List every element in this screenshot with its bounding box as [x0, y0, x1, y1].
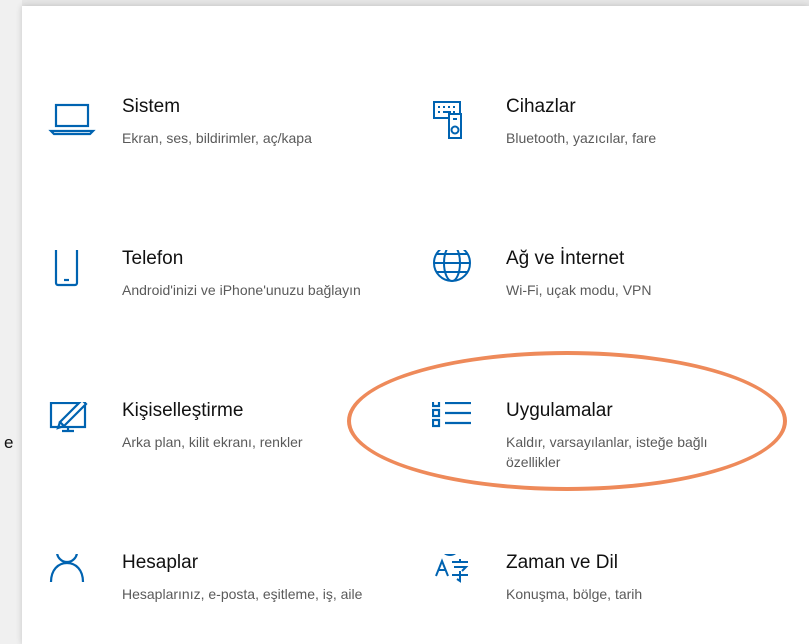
tile-ag-ve-internet[interactable]: Ağ ve İnternet Wi-Fi, uçak modu, VPN: [432, 248, 762, 340]
tile-title: Ağ ve İnternet: [506, 248, 625, 269]
devices-icon: [432, 98, 480, 146]
settings-home-panel: Sistem Ekran, ses, bildirimler, aç/kapa …: [22, 6, 809, 644]
tile-title: Zaman ve Dil: [506, 552, 618, 573]
tile-title: Telefon: [122, 248, 184, 269]
tile-description: Ekran, ses, bildirimler, aç/kapa: [122, 130, 312, 146]
tile-description: Kaldır, varsayılanlar, isteğe bağlı özel…: [506, 434, 708, 470]
tile-title: Uygulamalar: [506, 400, 613, 421]
tile-title: Cihazlar: [506, 96, 576, 117]
left-pane-text: e: [4, 433, 14, 452]
tile-telefon[interactable]: Telefon Android'inizi ve iPhone'unuzu ba…: [48, 248, 378, 340]
tile-kisisellestirme[interactable]: Kişiselleştirme Arka plan, kilit ekranı,…: [48, 400, 378, 492]
apps-list-icon: [432, 402, 480, 450]
tile-description: Bluetooth, yazıcılar, fare: [506, 130, 657, 146]
phone-icon: [48, 250, 96, 298]
tile-description: Konuşma, bölge, tarih: [506, 586, 643, 602]
personalization-icon: [48, 402, 96, 450]
globe-icon: [432, 250, 480, 298]
laptop-icon: [48, 98, 96, 146]
tile-title: Hesaplar: [122, 552, 199, 573]
tile-title: Kişiselleştirme: [122, 400, 244, 421]
tile-sistem[interactable]: Sistem Ekran, ses, bildirimler, aç/kapa: [48, 96, 378, 188]
tile-description: Android'inizi ve iPhone'unuzu bağlayın: [122, 282, 361, 298]
person-icon: [48, 554, 96, 602]
time-language-icon: [432, 554, 480, 602]
tile-description: Hesaplarınız, e-posta, eşitleme, iş, ail…: [122, 586, 363, 602]
tile-description: Wi-Fi, uçak modu, VPN: [506, 282, 652, 298]
tile-description: Arka plan, kilit ekranı, renkler: [122, 434, 303, 450]
tile-title: Sistem: [122, 96, 181, 117]
tile-hesaplar[interactable]: Hesaplar Hesaplarınız, e-posta, eşitleme…: [48, 552, 378, 644]
tile-uygulamalar[interactable]: Uygulamalar Kaldır, varsayılanlar, isteğ…: [432, 400, 762, 492]
tile-cihazlar[interactable]: Cihazlar Bluetooth, yazıcılar, fare: [432, 96, 762, 188]
tile-zaman-ve-dil[interactable]: Zaman ve Dil Konuşma, bölge, tarih: [432, 552, 762, 644]
left-pane-stub: e: [0, 0, 22, 644]
